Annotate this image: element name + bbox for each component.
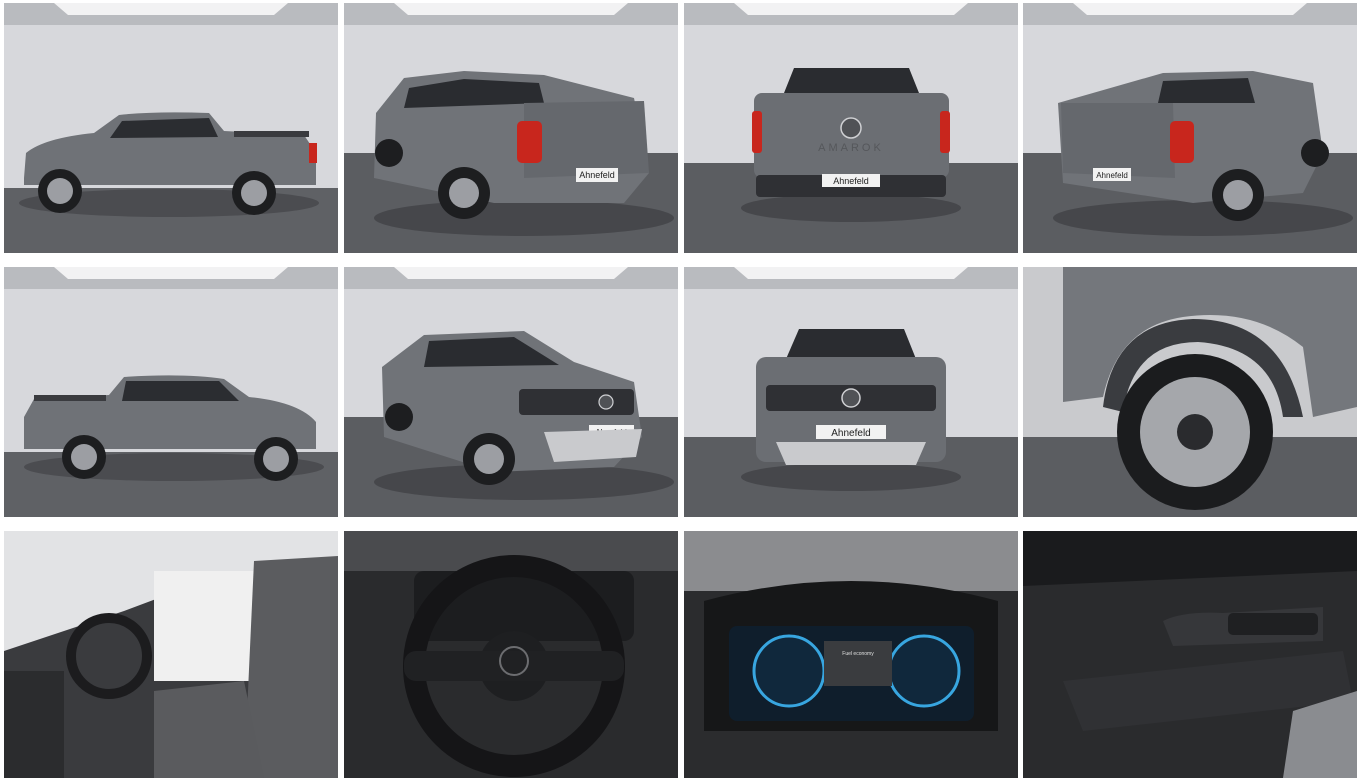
model-lettering: AMAROK (818, 142, 884, 154)
gallery-image-wheel[interactable] (1023, 267, 1357, 517)
license-plate-text: Ahnefeld (833, 176, 869, 186)
gallery-image-rear[interactable]: AMAROK Ahnefeld (684, 3, 1018, 253)
gallery-image-rear-three-quarter-right[interactable]: Ahnefeld (1023, 3, 1357, 253)
car-rear-three-quarter-left-photo: Ahnefeld (344, 3, 678, 253)
wheel-closeup-photo (1023, 267, 1357, 517)
instrument-cluster-photo: Fuel economy (684, 531, 1018, 778)
license-plate-text: Ahnefeld (579, 170, 615, 180)
license-plate-text: Ahnefeld (1096, 171, 1128, 180)
gallery-image-front[interactable]: Ahnefeld (684, 267, 1018, 517)
gallery-image-front-three-quarter[interactable]: Ahnefeld (344, 267, 678, 517)
car-rear-photo: AMAROK Ahnefeld (684, 3, 1018, 253)
gallery-image-rear-three-quarter-left[interactable]: Ahnefeld (344, 3, 678, 253)
photo-gallery: Ahnefeld AMAROK Ahnefeld Ahnefeld Ahnefe… (0, 0, 1365, 778)
gallery-image-instrument-cluster[interactable]: Fuel economy (684, 531, 1018, 778)
door-panel-photo (1023, 531, 1357, 778)
gallery-image-door-panel[interactable] (1023, 531, 1357, 778)
car-rear-three-quarter-right-photo: Ahnefeld (1023, 3, 1357, 253)
license-plate-text: Ahnefeld (831, 428, 870, 439)
car-front-photo: Ahnefeld (684, 267, 1018, 517)
cluster-message: Fuel economy (842, 651, 874, 657)
gallery-image-interior-seats[interactable] (4, 531, 338, 778)
gallery-image-side-right[interactable] (4, 267, 338, 517)
gallery-image-side-left[interactable] (4, 3, 338, 253)
car-side-right-photo (4, 267, 338, 517)
interior-front-seats-photo (4, 531, 338, 778)
steering-wheel-photo (344, 531, 678, 778)
car-front-three-quarter-photo: Ahnefeld (344, 267, 678, 517)
car-side-left-photo (4, 3, 338, 253)
gallery-image-steering-wheel[interactable] (344, 531, 678, 778)
